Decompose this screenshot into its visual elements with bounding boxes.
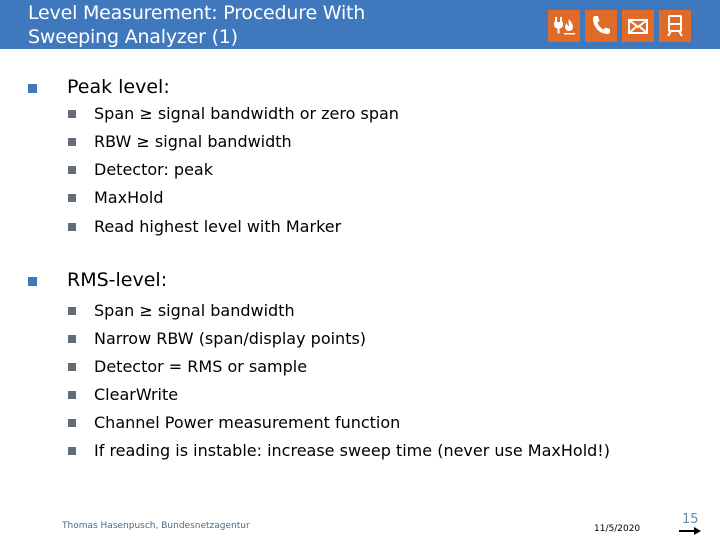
bullet-icon: [68, 334, 76, 343]
section-peak-level: Peak level:: [28, 76, 170, 98]
list-item: Detector: peak: [68, 160, 213, 179]
list-item: If reading is instable: increase sweep t…: [68, 441, 610, 460]
bullet-icon: [68, 362, 76, 371]
phone-icon: [585, 10, 617, 42]
list-item: Detector = RMS or sample: [68, 357, 307, 376]
next-slide-arrow-icon[interactable]: [679, 527, 701, 535]
train-icon: [659, 10, 691, 42]
bullet-icon: [68, 418, 76, 427]
page-number: 15: [682, 512, 699, 527]
list-item: MaxHold: [68, 188, 164, 207]
footer-author: Thomas Hasenpusch, Bundesnetzagentur: [62, 521, 250, 531]
bullet-icon: [28, 83, 37, 93]
slide-header: Level Measurement: Procedure With Sweepi…: [0, 0, 720, 49]
title-line-2: Sweeping Analyzer (1): [28, 26, 238, 48]
list-item: Span ≥ signal bandwidth: [68, 301, 295, 320]
bullet-icon: [68, 193, 76, 202]
bullet-icon: [68, 109, 76, 118]
list-item: Read highest level with Marker: [68, 217, 341, 236]
section-rms-level: RMS-level:: [28, 269, 167, 291]
list-item: RBW ≥ signal bandwidth: [68, 132, 292, 151]
bullet-icon: [68, 390, 76, 399]
bullet-icon: [28, 276, 37, 286]
bullet-icon: [68, 306, 76, 315]
bullet-icon: [68, 165, 76, 174]
bullet-icon: [68, 137, 76, 146]
envelope-icon: [622, 10, 654, 42]
list-item: Span ≥ signal bandwidth or zero span: [68, 104, 399, 123]
title-line-1: Level Measurement: Procedure With: [28, 2, 366, 24]
plug-flame-icon: [548, 10, 580, 42]
header-icons: [548, 10, 691, 42]
bullet-icon: [68, 446, 76, 455]
list-item: Channel Power measurement function: [68, 413, 400, 432]
slide-title: Level Measurement: Procedure With Sweepi…: [28, 1, 365, 49]
section-heading: Peak level:: [67, 76, 170, 98]
list-item: ClearWrite: [68, 385, 178, 404]
list-item: Narrow RBW (span/display points): [68, 329, 366, 348]
bullet-icon: [68, 222, 76, 231]
section-heading: RMS-level:: [67, 269, 168, 291]
footer-date: 11/5/2020: [594, 524, 641, 534]
